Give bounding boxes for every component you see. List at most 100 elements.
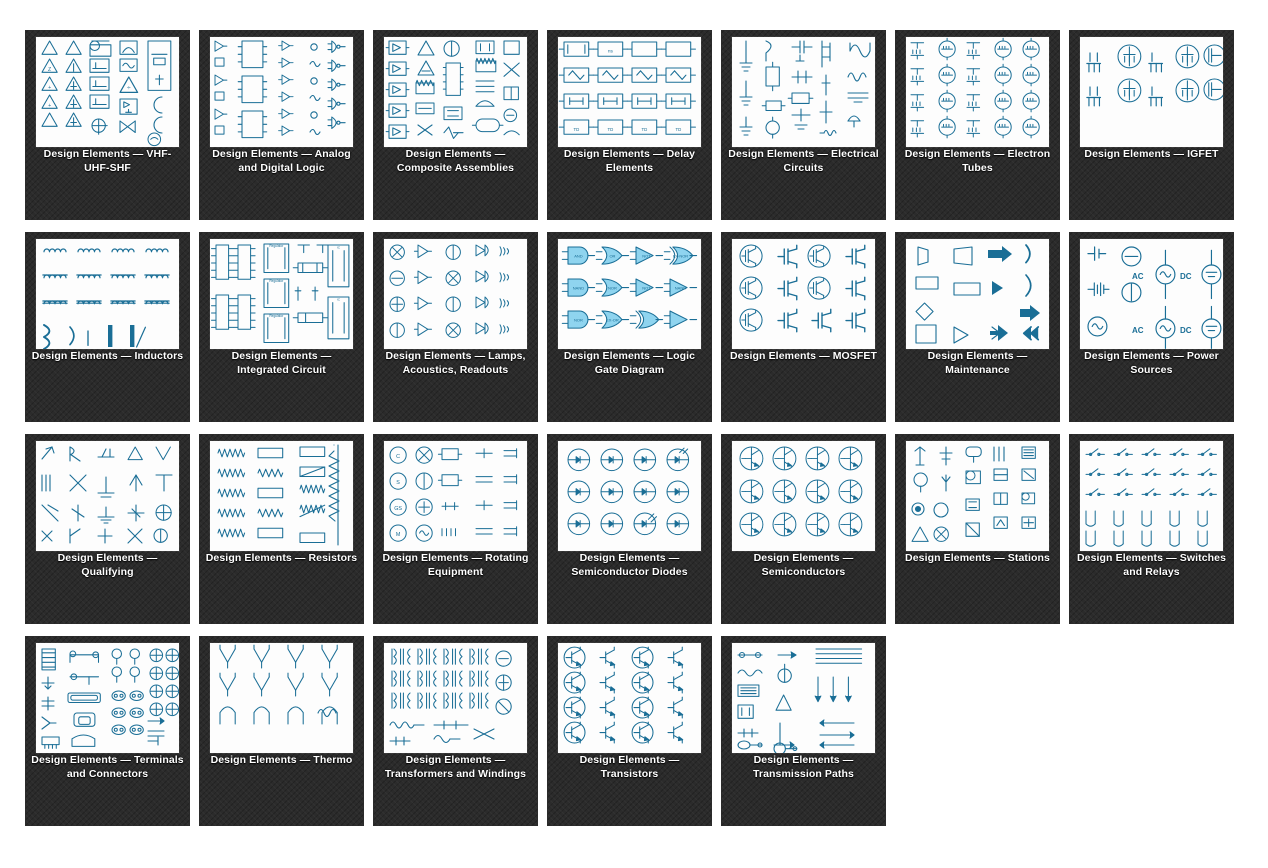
svg-text:TD: TD	[573, 127, 579, 132]
thumbnail-wrapper	[1069, 441, 1234, 551]
thumbnail-wrapper	[547, 441, 712, 551]
thumbnail-wrapper	[199, 37, 364, 147]
thumbnail-composite-icon	[384, 37, 527, 147]
card-label: Design Elements — Transmission Paths	[752, 754, 854, 780]
design-element-card-vhf-uhf-shf[interactable]: Z + + ÷ Design Elements — VHF-UHF-SHF	[25, 30, 190, 220]
thumbnail-power-icon: AC AC DC DC	[1080, 239, 1223, 349]
design-element-card-stations[interactable]: Design Elements — Stations	[895, 434, 1060, 624]
thumbnail-rotating-icon: C S GS M	[384, 441, 527, 551]
svg-text:NOR: NOR	[574, 317, 583, 322]
card-label: Design Elements — Transformers and Windi…	[384, 754, 527, 780]
card-label: Design Elements — Transistors	[579, 754, 680, 780]
design-element-card-integrated-circuit[interactable]: Regulator Regulator Regulator IC IC Design El…	[199, 232, 364, 422]
svg-text:DC: DC	[1180, 326, 1192, 335]
card-label: Design Elements — Integrated Circuit	[231, 350, 332, 376]
thumbnail-wrapper	[25, 441, 190, 551]
card-label: Design Elements — Logic Gate Diagram	[563, 350, 696, 376]
design-element-card-thermo[interactable]: Design Elements — Thermo	[199, 636, 364, 826]
svg-text:NOR: NOR	[608, 285, 617, 290]
svg-text:EX-NOR: EX-NOR	[673, 253, 689, 258]
svg-text:C: C	[396, 454, 400, 460]
thumbnail-wrapper	[895, 441, 1060, 551]
design-element-card-transformers-and-windings[interactable]: Design Elements — Transformers and Windi…	[373, 636, 538, 826]
design-element-card-maintenance[interactable]: Design Elements — Maintenance	[895, 232, 1060, 422]
thumbnail-transformers-icon	[384, 643, 527, 753]
design-element-card-electron-tubes[interactable]: Design Elements — Electron Tubes	[895, 30, 1060, 220]
svg-text:Regulator: Regulator	[269, 314, 284, 318]
design-element-card-transistors[interactable]: Design Elements — Transistors	[547, 636, 712, 826]
design-element-card-electrical-circuits[interactable]: Design Elements — Electrical Circuits	[721, 30, 886, 220]
card-label: Design Elements — Lamps, Acoustics, Read…	[385, 350, 526, 376]
design-element-card-terminals-and-connectors[interactable]: Design Elements — Terminals and Connecto…	[25, 636, 190, 826]
thumbnail-wrapper: AND OR NOT EX-NOR NAND NOR NOT NAND NOR EX-OR	[547, 239, 712, 349]
thumbnail-wrapper	[721, 643, 886, 753]
design-element-card-power-sources[interactable]: AC AC DC DC Design Elements — Power Sources	[1069, 232, 1234, 422]
thumbnail-wrapper	[373, 643, 538, 753]
thumbnail-wrapper	[373, 37, 538, 147]
card-label: Design Elements — Electron Tubes	[904, 148, 1051, 174]
svg-text:ns: ns	[608, 49, 614, 54]
thumbnail-wrapper	[895, 239, 1060, 349]
design-element-card-switches-and-relays[interactable]: Design Elements — Switches and Relays	[1069, 434, 1234, 624]
thumbnail-logic-icon: AND OR NOT EX-NOR NAND NOR NOT NAND NOR EX-OR	[558, 239, 701, 349]
design-element-card-logic-gate-diagram[interactable]: AND OR NOT EX-NOR NAND NOR NOT NAND NOR EX-OR Desi…	[547, 232, 712, 422]
card-label: Design Elements — Terminals and Connecto…	[31, 754, 184, 780]
design-element-card-mosfet[interactable]: Design Elements — MOSFET	[721, 232, 886, 422]
thumbnail-wrapper: ns TD TD TD TD	[547, 37, 712, 147]
card-label: Design Elements — Semiconductors	[753, 552, 854, 578]
svg-text:Regulator: Regulator	[269, 244, 284, 248]
thumbnail-wrapper: AC AC DC DC	[1069, 239, 1234, 349]
design-element-card-rotating-equipment[interactable]: C S GS M Design Elements — Rotating Equipmen…	[373, 434, 538, 624]
thumbnail-wrapper	[721, 37, 886, 147]
card-label: Design Elements — VHF-UHF-SHF	[43, 148, 172, 174]
thumbnail-wrapper	[199, 441, 364, 551]
card-label: Design Elements — Composite Assemblies	[396, 148, 515, 174]
thumbnail-delay-icon: ns TD TD TD TD	[558, 37, 701, 147]
svg-text:S: S	[396, 480, 400, 486]
thumbnail-vhf-icon: Z + + ÷	[36, 37, 179, 147]
svg-text:M: M	[396, 532, 401, 538]
card-label: Design Elements — IGFET	[1084, 148, 1219, 160]
design-element-card-resistors[interactable]: Design Elements — Resistors	[199, 434, 364, 624]
thumbnail-resistors-icon	[210, 441, 353, 551]
thumbnail-switches-icon	[1080, 441, 1223, 551]
thumbnail-maintenance-icon	[906, 239, 1049, 349]
svg-text:AND: AND	[574, 253, 583, 258]
thumbnail-wrapper: C S GS M	[373, 441, 538, 551]
card-label: Design Elements — Delay Elements	[563, 148, 696, 174]
thumbnail-qualifying-icon	[36, 441, 179, 551]
thumbnail-mosfet-icon	[732, 239, 875, 349]
design-element-card-lamps-acoustics-readouts[interactable]: Design Elements — Lamps, Acoustics, Read…	[373, 232, 538, 422]
thumbnail-inductors-icon	[36, 239, 179, 349]
thumbnail-analog-icon	[210, 37, 353, 147]
thumbnail-electrical-icon	[732, 37, 875, 147]
thumbnail-wrapper	[895, 37, 1060, 147]
design-element-card-transmission-paths[interactable]: Design Elements — Transmission Paths	[721, 636, 886, 826]
design-element-card-composite-assemblies[interactable]: Design Elements — Composite Assemblies	[373, 30, 538, 220]
svg-text:NOT: NOT	[642, 253, 651, 258]
design-element-card-igfet[interactable]: Design Elements — IGFET	[1069, 30, 1234, 220]
design-element-card-qualifying[interactable]: Design Elements — Qualifying	[25, 434, 190, 624]
svg-text:+: +	[48, 85, 51, 91]
card-label: Design Elements — MOSFET	[729, 350, 878, 362]
svg-text:EX-OR: EX-OR	[606, 317, 619, 322]
svg-text:TD: TD	[641, 127, 647, 132]
design-element-card-delay-elements[interactable]: ns TD TD TD TD Design Elements — Delay Elemen…	[547, 30, 712, 220]
design-element-card-semiconductor-diodes[interactable]: Design Elements — Semiconductor Diodes	[547, 434, 712, 624]
thumbnail-lamps-icon	[384, 239, 527, 349]
thumbnail-wrapper	[721, 441, 886, 551]
design-element-card-inductors[interactable]: Design Elements — Inductors	[25, 232, 190, 422]
card-label: Design Elements — Semiconductor Diodes	[571, 552, 688, 578]
thumbnail-stations-icon	[906, 441, 1049, 551]
card-label: Design Elements — Switches and Relays	[1076, 552, 1227, 578]
svg-text:TD: TD	[675, 127, 681, 132]
thumbnail-wrapper: Z + + ÷	[25, 37, 190, 147]
thumbnail-wrapper	[1069, 37, 1234, 147]
design-element-card-semiconductors[interactable]: Design Elements — Semiconductors	[721, 434, 886, 624]
thumbnail-thermo-icon	[210, 643, 353, 753]
svg-text:Regulator: Regulator	[269, 279, 284, 283]
card-label: Design Elements — Electrical Circuits	[728, 148, 879, 174]
design-element-card-analog-and-digital-logic[interactable]: Design Elements — Analog and Digital Log…	[199, 30, 364, 220]
thumbnail-semis-icon	[732, 441, 875, 551]
thumbnail-transmission-icon	[732, 643, 875, 753]
